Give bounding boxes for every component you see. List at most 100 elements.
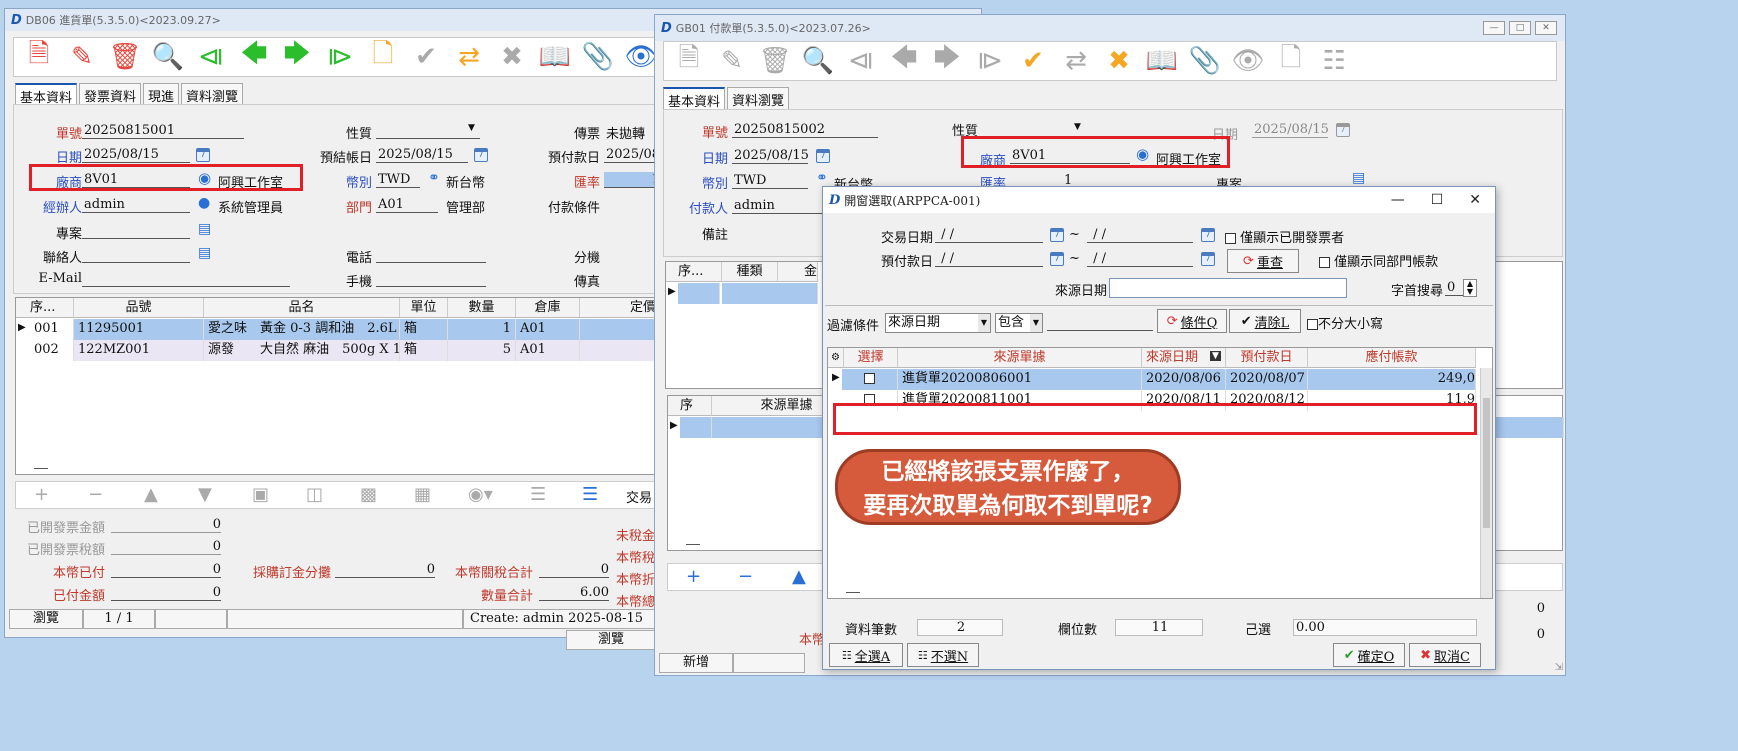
col-header[interactable]: 金: [778, 262, 818, 282]
table-cell[interactable]: 箱: [400, 340, 448, 361]
restore-button[interactable]: □: [1509, 21, 1531, 35]
project-field[interactable]: [82, 223, 190, 239]
minimize-button[interactable]: —: [1483, 21, 1505, 35]
next-record-icon[interactable]: 🡆: [276, 39, 318, 75]
prev-record-icon[interactable]: 🡄: [233, 39, 275, 75]
next-record-icon[interactable]: 🡆: [926, 43, 968, 79]
attachment-icon[interactable]: 📎: [1184, 43, 1226, 79]
stack-icon[interactable]: ▣: [252, 484, 269, 505]
row-select-checkbox[interactable]: [864, 373, 875, 384]
cancel-button[interactable]: ✖ 取消C: [1409, 643, 1481, 667]
vertical-scrollbar[interactable]: [1480, 368, 1492, 598]
grid-resize-handle[interactable]: [846, 592, 860, 593]
last-record-icon[interactable]: ⧐: [319, 39, 361, 75]
col-header[interactable]: 品號: [74, 298, 204, 318]
list-icon[interactable]: ☰: [530, 484, 546, 505]
calendar-icon[interactable]: 7: [474, 148, 488, 162]
table-cell[interactable]: [678, 283, 720, 304]
new-doc-icon[interactable]: 🗎: [18, 39, 60, 75]
minimize-button[interactable]: —: [1391, 192, 1405, 208]
list-active-icon[interactable]: ☰: [582, 484, 598, 505]
table-cell[interactable]: A01: [516, 340, 580, 361]
table-cell[interactable]: 249,0: [1308, 369, 1476, 390]
add-row-icon[interactable]: +: [686, 566, 701, 587]
book-icon[interactable]: 📖: [534, 39, 576, 75]
calendar-icon[interactable]: 7: [196, 148, 210, 162]
col-header[interactable]: 品名: [204, 298, 400, 318]
table-cell[interactable]: 1: [448, 319, 516, 340]
calendar-icon[interactable]: 7: [816, 149, 830, 163]
transfer-icon[interactable]: ⇄: [448, 39, 490, 75]
sort-icon[interactable]: ▼: [1210, 351, 1221, 361]
table-cell[interactable]: [680, 417, 712, 438]
col-header[interactable]: 序...: [16, 298, 74, 318]
confirm-icon[interactable]: ✔: [1012, 43, 1054, 79]
col-header[interactable]: 倉庫: [516, 298, 580, 318]
cancel-icon[interactable]: ✖: [491, 39, 533, 75]
col-header[interactable]: 序...: [666, 262, 722, 282]
new-doc-icon[interactable]: 🗎: [668, 43, 710, 79]
tree-icon[interactable]: ☷: [1313, 43, 1355, 79]
grid-resize-handle[interactable]: [686, 544, 700, 545]
edit-icon[interactable]: ✎: [711, 43, 753, 79]
clipboard-icon[interactable]: ▤: [198, 245, 211, 261]
remove-row-icon[interactable]: −: [738, 566, 753, 587]
payer-field[interactable]: admin: [732, 198, 832, 214]
deselect-button[interactable]: ☷ 不選N: [907, 643, 979, 667]
filter-field-select[interactable]: 來源日期 ▼: [885, 313, 991, 333]
currency-field[interactable]: TWD: [732, 173, 808, 189]
same-dept-checkbox[interactable]: 僅顯示同部門帳款: [1319, 251, 1438, 270]
currency-field[interactable]: TWD: [376, 172, 420, 188]
delete-icon[interactable]: 🗑: [754, 43, 796, 79]
condition-button[interactable]: ⟳ 條件Q: [1157, 309, 1227, 333]
prefix-field[interactable]: 0: [1445, 280, 1465, 296]
txn-date-to[interactable]: / /: [1087, 227, 1193, 243]
date-field[interactable]: 2025/08/15: [732, 148, 808, 164]
email-field[interactable]: [82, 271, 290, 287]
col-header[interactable]: 序: [668, 396, 712, 416]
remove-row-icon[interactable]: −: [88, 484, 103, 505]
prev-record-icon[interactable]: 🡄: [883, 43, 925, 79]
table-cell[interactable]: 箱: [400, 319, 448, 340]
book-icon[interactable]: 📖: [1141, 43, 1183, 79]
pay-date-from[interactable]: / /: [935, 251, 1043, 267]
only-invoiced-checkbox[interactable]: 僅顯示已開發票者: [1225, 227, 1344, 246]
table-cell[interactable]: A01: [516, 319, 580, 340]
dept-field[interactable]: A01: [376, 197, 438, 213]
col-header[interactable]: 單位: [400, 298, 448, 318]
add-row-icon[interactable]: +: [34, 484, 49, 505]
clipboard-icon[interactable]: ▤: [1352, 170, 1365, 186]
attachment-icon[interactable]: 📎: [577, 39, 619, 75]
col-header[interactable]: 應付帳款: [1308, 348, 1476, 368]
table-cell[interactable]: [722, 283, 818, 304]
maximize-button[interactable]: ☐: [1431, 192, 1444, 208]
bottom-tab[interactable]: 交易: [626, 487, 652, 506]
col-header[interactable]: 種類: [722, 262, 778, 282]
move-up-icon[interactable]: ▲: [144, 484, 158, 505]
first-record-icon[interactable]: ⧏: [190, 39, 232, 75]
txn-date-from[interactable]: / /: [935, 227, 1043, 243]
copy-row-icon[interactable]: ◫: [306, 484, 323, 505]
handler-field[interactable]: admin: [82, 197, 190, 213]
spinner-control[interactable]: ▲ ▼: [1463, 279, 1477, 297]
copy-icon[interactable]: 🗋: [362, 39, 404, 75]
confirm-icon[interactable]: ✔: [405, 39, 447, 75]
first-record-icon[interactable]: ⧏: [840, 43, 882, 79]
src-date-input[interactable]: [1109, 278, 1347, 298]
date-field[interactable]: 2025/08/15: [82, 147, 190, 163]
col-header[interactable]: 預付款日: [1226, 348, 1308, 368]
transfer-icon[interactable]: ⇄: [1055, 43, 1097, 79]
table-cell[interactable]: 122MZ001: [74, 340, 204, 361]
col-header[interactable]: 選擇: [844, 348, 898, 368]
table-cell[interactable]: 5: [448, 340, 516, 361]
close-button[interactable]: ✕: [1469, 192, 1481, 208]
table-cell[interactable]: 001: [30, 319, 74, 340]
view-icon[interactable]: 👁: [1227, 43, 1269, 79]
order-no-field[interactable]: 20250815002: [732, 122, 878, 138]
filter-value-input[interactable]: [1047, 313, 1153, 331]
date2-field[interactable]: 2025/08/15: [1252, 122, 1328, 138]
phone-field[interactable]: [376, 247, 486, 263]
contact-field[interactable]: [82, 247, 190, 263]
calendar-icon[interactable]: 7: [1201, 228, 1215, 242]
calendar-icon[interactable]: 7: [1050, 228, 1064, 242]
